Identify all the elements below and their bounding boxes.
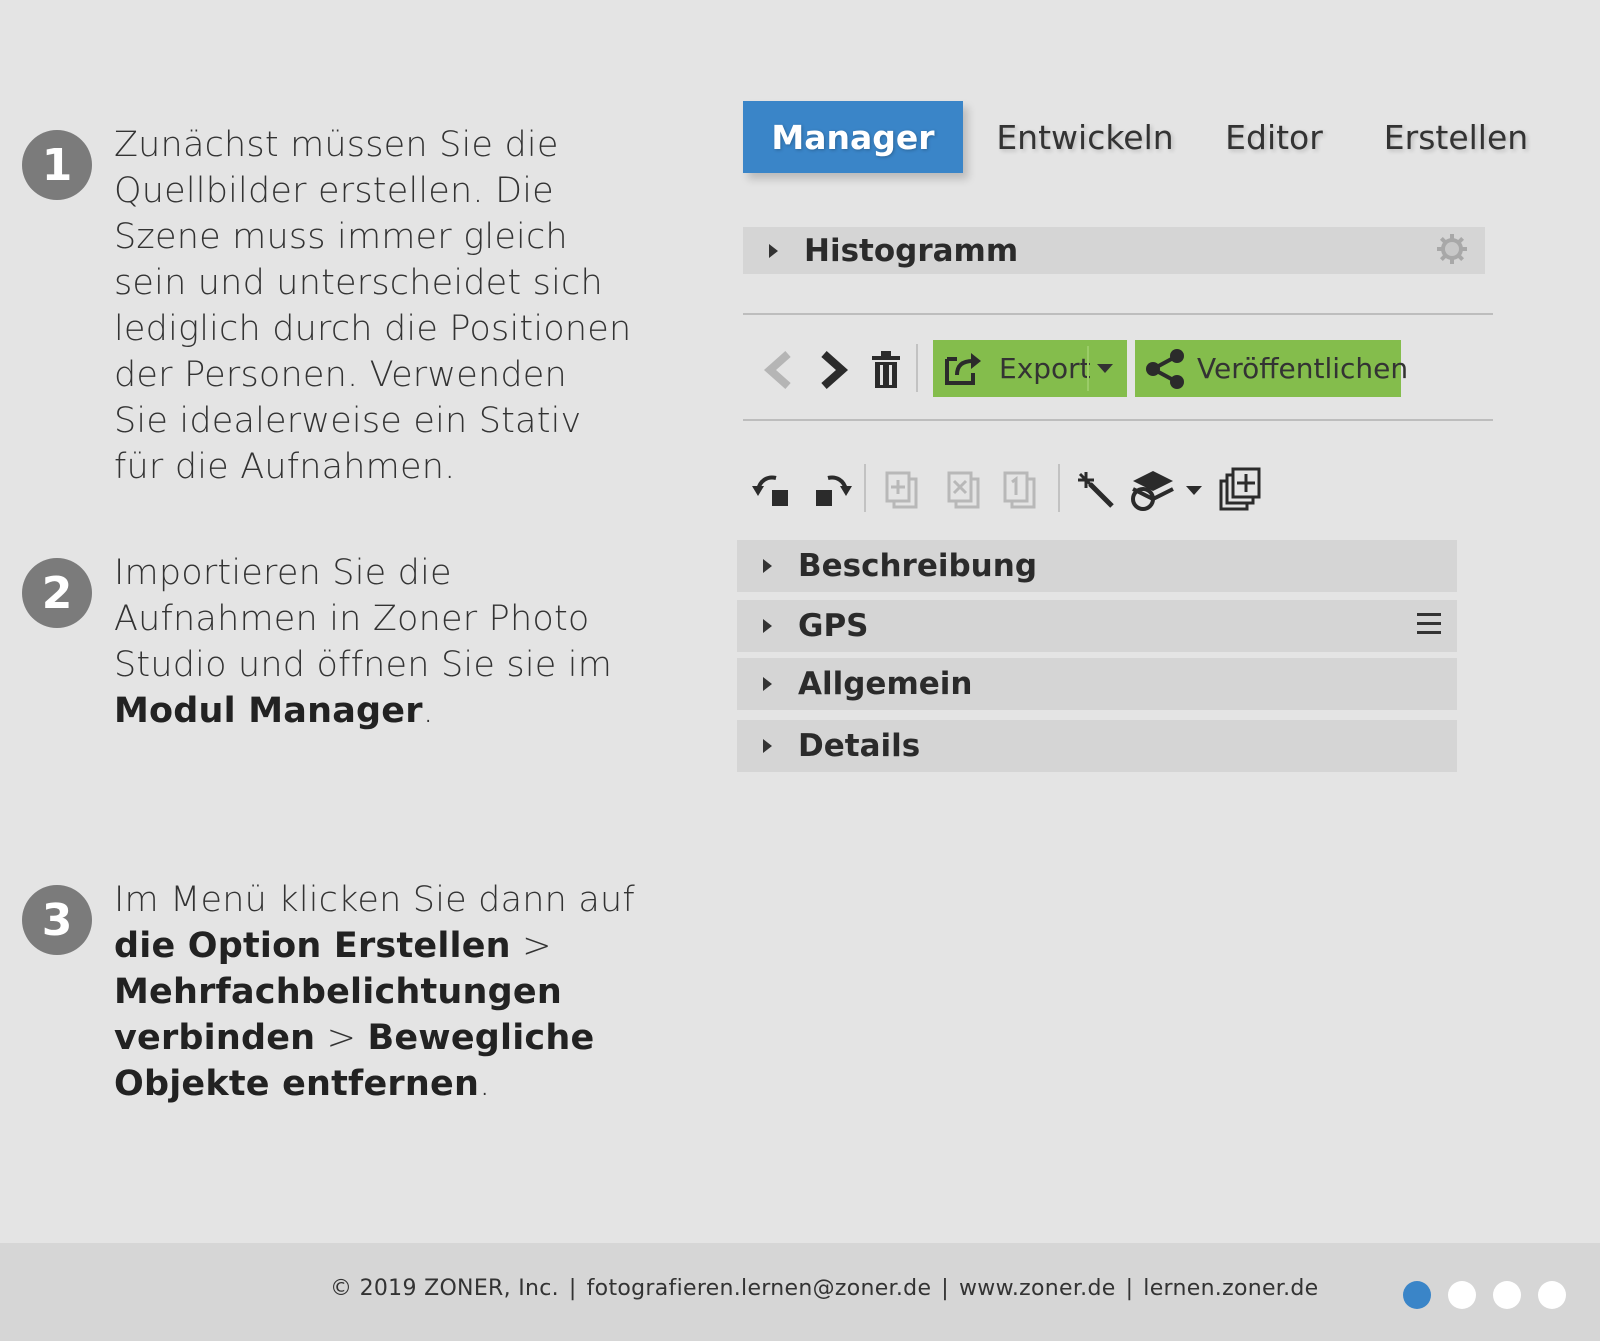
step-2-tail: .	[422, 691, 434, 731]
step-number-3: 3	[22, 885, 92, 955]
tab-create[interactable]: Erstellen	[1376, 101, 1536, 173]
expand-caret-icon	[763, 559, 772, 573]
settings-gear-icon[interactable]	[1435, 232, 1469, 270]
step-3-sep: >	[510, 926, 552, 966]
step-2-line: Modul Manager.	[114, 688, 644, 734]
copyright-text: © 2019 ZONER, Inc.	[330, 1276, 559, 1301]
toolbar-separator	[1058, 464, 1060, 512]
footer-line: © 2019 ZONER, Inc. | fotografieren.lernen@…	[330, 1276, 1319, 1301]
copy-add-icon[interactable]	[882, 470, 922, 512]
export-icon	[943, 349, 983, 394]
general-label: Allgemein	[798, 666, 973, 702]
next-arrow-icon[interactable]	[812, 348, 856, 392]
rotate-left-icon[interactable]	[752, 468, 796, 512]
page-dot-4[interactable]	[1538, 1281, 1566, 1309]
copy-single-icon[interactable]	[1000, 470, 1040, 512]
gps-label: GPS	[798, 608, 869, 644]
expand-caret-icon	[763, 677, 772, 691]
toolbar-separator	[916, 344, 918, 392]
menu-icon[interactable]	[1415, 611, 1443, 641]
step-1-line: der Personen. Verwenden	[114, 355, 567, 395]
step-3-line: Mehrfachbelichtungen	[114, 969, 644, 1015]
page-dot-1[interactable]	[1403, 1281, 1431, 1309]
step-3-line: Objekte entfernen.	[114, 1061, 644, 1107]
publish-label: Veröffentlichen	[1197, 352, 1409, 385]
effects-dropdown-arrow-icon[interactable]	[1184, 484, 1204, 498]
gps-panel-header[interactable]: GPS	[737, 600, 1457, 652]
copy-remove-icon[interactable]	[944, 470, 984, 512]
expand-caret-icon	[769, 243, 778, 258]
step-3-bold: die Option Erstellen	[114, 926, 511, 966]
step-1-line: Quellbilder erstellen. Die	[114, 171, 554, 211]
layers-effects-icon[interactable]	[1128, 466, 1178, 514]
details-label: Details	[798, 728, 921, 764]
step-2-text: Importieren Sie die Aufnahmen in Zoner P…	[114, 550, 644, 734]
split-divider	[1087, 346, 1089, 391]
footer-separator: |	[568, 1276, 577, 1301]
export-dropdown-arrow-icon[interactable]	[1097, 364, 1113, 373]
step-3-line: verbinden > Bewegliche	[114, 1015, 644, 1061]
step-3-bold: Mehrfachbelichtungen	[114, 972, 562, 1012]
add-collection-icon[interactable]	[1218, 466, 1266, 514]
step-1-line: Sie idealerweise ein Stativ	[114, 401, 582, 441]
step-1-line: lediglich durch die Positionen	[114, 309, 632, 349]
export-label: Export	[999, 352, 1091, 385]
tab-develop[interactable]: Entwickeln	[995, 101, 1175, 173]
step-number-1: 1	[22, 130, 92, 200]
footer-separator: |	[1125, 1276, 1134, 1301]
expand-caret-icon	[763, 619, 772, 633]
footer-separator: |	[941, 1276, 949, 1301]
step-3-line: die Option Erstellen >	[114, 923, 644, 969]
divider	[743, 419, 1493, 421]
step-3-intro: Im Menü klicken Sie dann auf	[114, 880, 635, 920]
step-number-2: 2	[22, 558, 92, 628]
step-2-line: Aufnahmen in Zoner Photo	[114, 599, 590, 639]
step-1-line: für die Aufnahmen.	[114, 447, 456, 487]
previous-arrow-icon[interactable]	[756, 348, 800, 392]
email-link[interactable]: fotografieren.lernen@zoner.de	[587, 1276, 932, 1301]
expand-caret-icon	[763, 739, 772, 753]
step-2-line: Studio und öffnen Sie sie im	[114, 645, 613, 685]
divider	[743, 313, 1493, 315]
step-3-tail: .	[479, 1064, 491, 1104]
learn-link[interactable]: lernen.zoner.de	[1143, 1276, 1318, 1301]
publish-button[interactable]: Veröffentlichen	[1135, 340, 1408, 397]
tab-editor[interactable]: Editor	[1219, 101, 1329, 173]
rotate-right-icon[interactable]	[808, 468, 852, 512]
histogram-label: Histogramm	[804, 232, 1019, 269]
step-3-bold: Objekte entfernen	[114, 1064, 480, 1104]
page-dot-3[interactable]	[1493, 1281, 1521, 1309]
step-1-line: sein und unterscheidet sich	[114, 263, 603, 303]
step-3-sep: >	[315, 1018, 368, 1058]
step-1-text: Zunächst müssen Sie die Quellbilder erst…	[114, 122, 644, 490]
magic-wand-icon[interactable]	[1074, 468, 1118, 512]
step-3-bold: verbinden	[114, 1018, 316, 1058]
trash-icon[interactable]	[866, 346, 906, 394]
general-panel-header[interactable]: Allgemein	[737, 658, 1457, 710]
description-panel-header[interactable]: Beschreibung	[737, 540, 1457, 592]
website-link[interactable]: www.zoner.de	[959, 1276, 1116, 1301]
step-1-line: Zunächst müssen Sie die	[114, 125, 559, 165]
share-icon	[1143, 348, 1187, 397]
export-button[interactable]: Export	[933, 340, 1127, 397]
module-tabs: Manager Entwickeln Editor Erstellen	[743, 101, 1543, 173]
description-label: Beschreibung	[798, 548, 1038, 584]
page-dot-2[interactable]	[1448, 1281, 1476, 1309]
step-3-bold: Bewegliche	[367, 1018, 595, 1058]
histogram-panel-header[interactable]: Histogramm	[743, 227, 1485, 274]
tab-manager[interactable]: Manager	[743, 101, 963, 173]
step-2-bold: Modul Manager	[114, 691, 423, 731]
step-3-text: Im Menü klicken Sie dann auf die Option …	[114, 877, 644, 1107]
step-2-line: Importieren Sie die	[114, 553, 452, 593]
pagination-dots	[1403, 1281, 1566, 1309]
tutorial-page: 1 Zunächst müssen Sie die Quellbilder er…	[0, 0, 1600, 1341]
details-panel-header[interactable]: Details	[737, 720, 1457, 772]
step-1-line: Szene muss immer gleich	[114, 217, 568, 257]
footer: © 2019 ZONER, Inc. | fotografieren.lernen@…	[0, 1243, 1600, 1341]
toolbar-separator	[864, 464, 866, 512]
